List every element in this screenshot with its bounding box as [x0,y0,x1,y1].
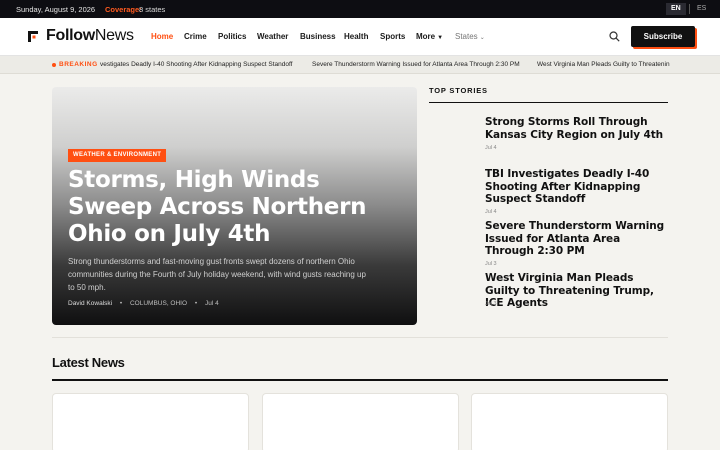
breaking-dot-icon [52,63,56,67]
top-utility-bar: Sunday, August 9, 2026 Coverage: 8 state… [0,0,720,18]
meta-separator: • [194,300,198,307]
nav-sports[interactable]: Sports [380,32,405,41]
top-story-title[interactable]: Severe Thunderstorm Warning Issued for A… [485,220,670,258]
site-logo[interactable]: FollowNews [46,27,134,45]
nav-states-label: States [455,32,478,41]
top-stories-rule [429,102,668,103]
top-story-title[interactable]: TBI Investigates Deadly I-40 Shooting Af… [485,168,670,206]
coverage-label: Coverage: [105,5,142,14]
nav-health[interactable]: Health [344,32,368,41]
hero-description: Strong thunderstorms and fast-moving gus… [68,257,366,292]
hero-story-card[interactable]: WEATHER & ENVIRONMENT Storms, High Winds… [52,87,417,325]
coverage-value[interactable]: 8 states [139,5,165,14]
language-divider [689,4,690,14]
breaking-label: BREAKING [59,61,98,68]
hero-location: COLUMBUS, OHIO [129,300,188,307]
nav-weather[interactable]: Weather [257,32,288,41]
chevron-down-icon: ⌄ [479,35,485,41]
breaking-news-ticker: BREAKING vestigates Deadly I-40 Shooting… [0,56,720,74]
nav-states-dropdown[interactable]: States ⌄ [455,32,485,41]
nav-politics[interactable]: Politics [218,32,246,41]
latest-news-heading: Latest News [52,355,125,370]
nav-more-dropdown[interactable]: More ▼ [416,32,443,41]
breaking-item[interactable]: Severe Thunderstorm Warning Issued for A… [312,61,520,68]
subscribe-button[interactable]: Subscribe [631,26,695,47]
nav-home[interactable]: Home [151,32,173,41]
top-story-date: Jul 3 [485,301,497,307]
latest-news-rule [52,379,668,381]
hero-category-badge[interactable]: WEATHER & ENVIRONMENT [68,149,167,162]
search-icon[interactable] [609,31,620,42]
nav-more-label: More [416,32,436,41]
breaking-item[interactable]: vestigates Deadly I-40 Shooting After Ki… [100,61,292,68]
top-story-date: Jul 4 [485,145,497,151]
language-es-button[interactable]: ES [692,3,711,15]
top-story-title[interactable]: West Virginia Man Pleads Guilty to Threa… [485,272,670,310]
logo-text-regular: News [94,27,134,44]
latest-news-card[interactable] [262,393,459,450]
latest-news-card[interactable] [52,393,249,450]
meta-separator: • [119,300,123,307]
current-date: Sunday, August 9, 2026 [16,5,96,14]
top-story-title[interactable]: Strong Storms Roll Through Kansas City R… [485,116,670,141]
section-divider [52,337,668,338]
nav-crime[interactable]: Crime [184,32,207,41]
nav-business[interactable]: Business [300,32,336,41]
top-story-date: Jul 3 [485,261,497,267]
top-story-date: Jul 4 [485,209,497,215]
hero-meta: David Kowalski • COLUMBUS, OHIO • Jul 4 [68,300,219,307]
hero-title[interactable]: Storms, High Winds Sweep Across Northern… [68,167,388,248]
hero-date: Jul 4 [204,300,219,307]
latest-news-card[interactable] [471,393,668,450]
site-header: FollowNews Home Crime Politics Weather B… [0,18,720,56]
breaking-item[interactable]: West Virginia Man Pleads Guilty to Threa… [537,61,670,68]
logo-text-bold: Follow [46,27,95,44]
top-stories-heading: TOP STORIES [429,86,488,95]
language-en-button[interactable]: EN [666,3,686,15]
hero-author[interactable]: David Kowalski [68,300,112,307]
logo-mark-icon [28,31,38,42]
chevron-down-icon: ▼ [437,35,444,41]
